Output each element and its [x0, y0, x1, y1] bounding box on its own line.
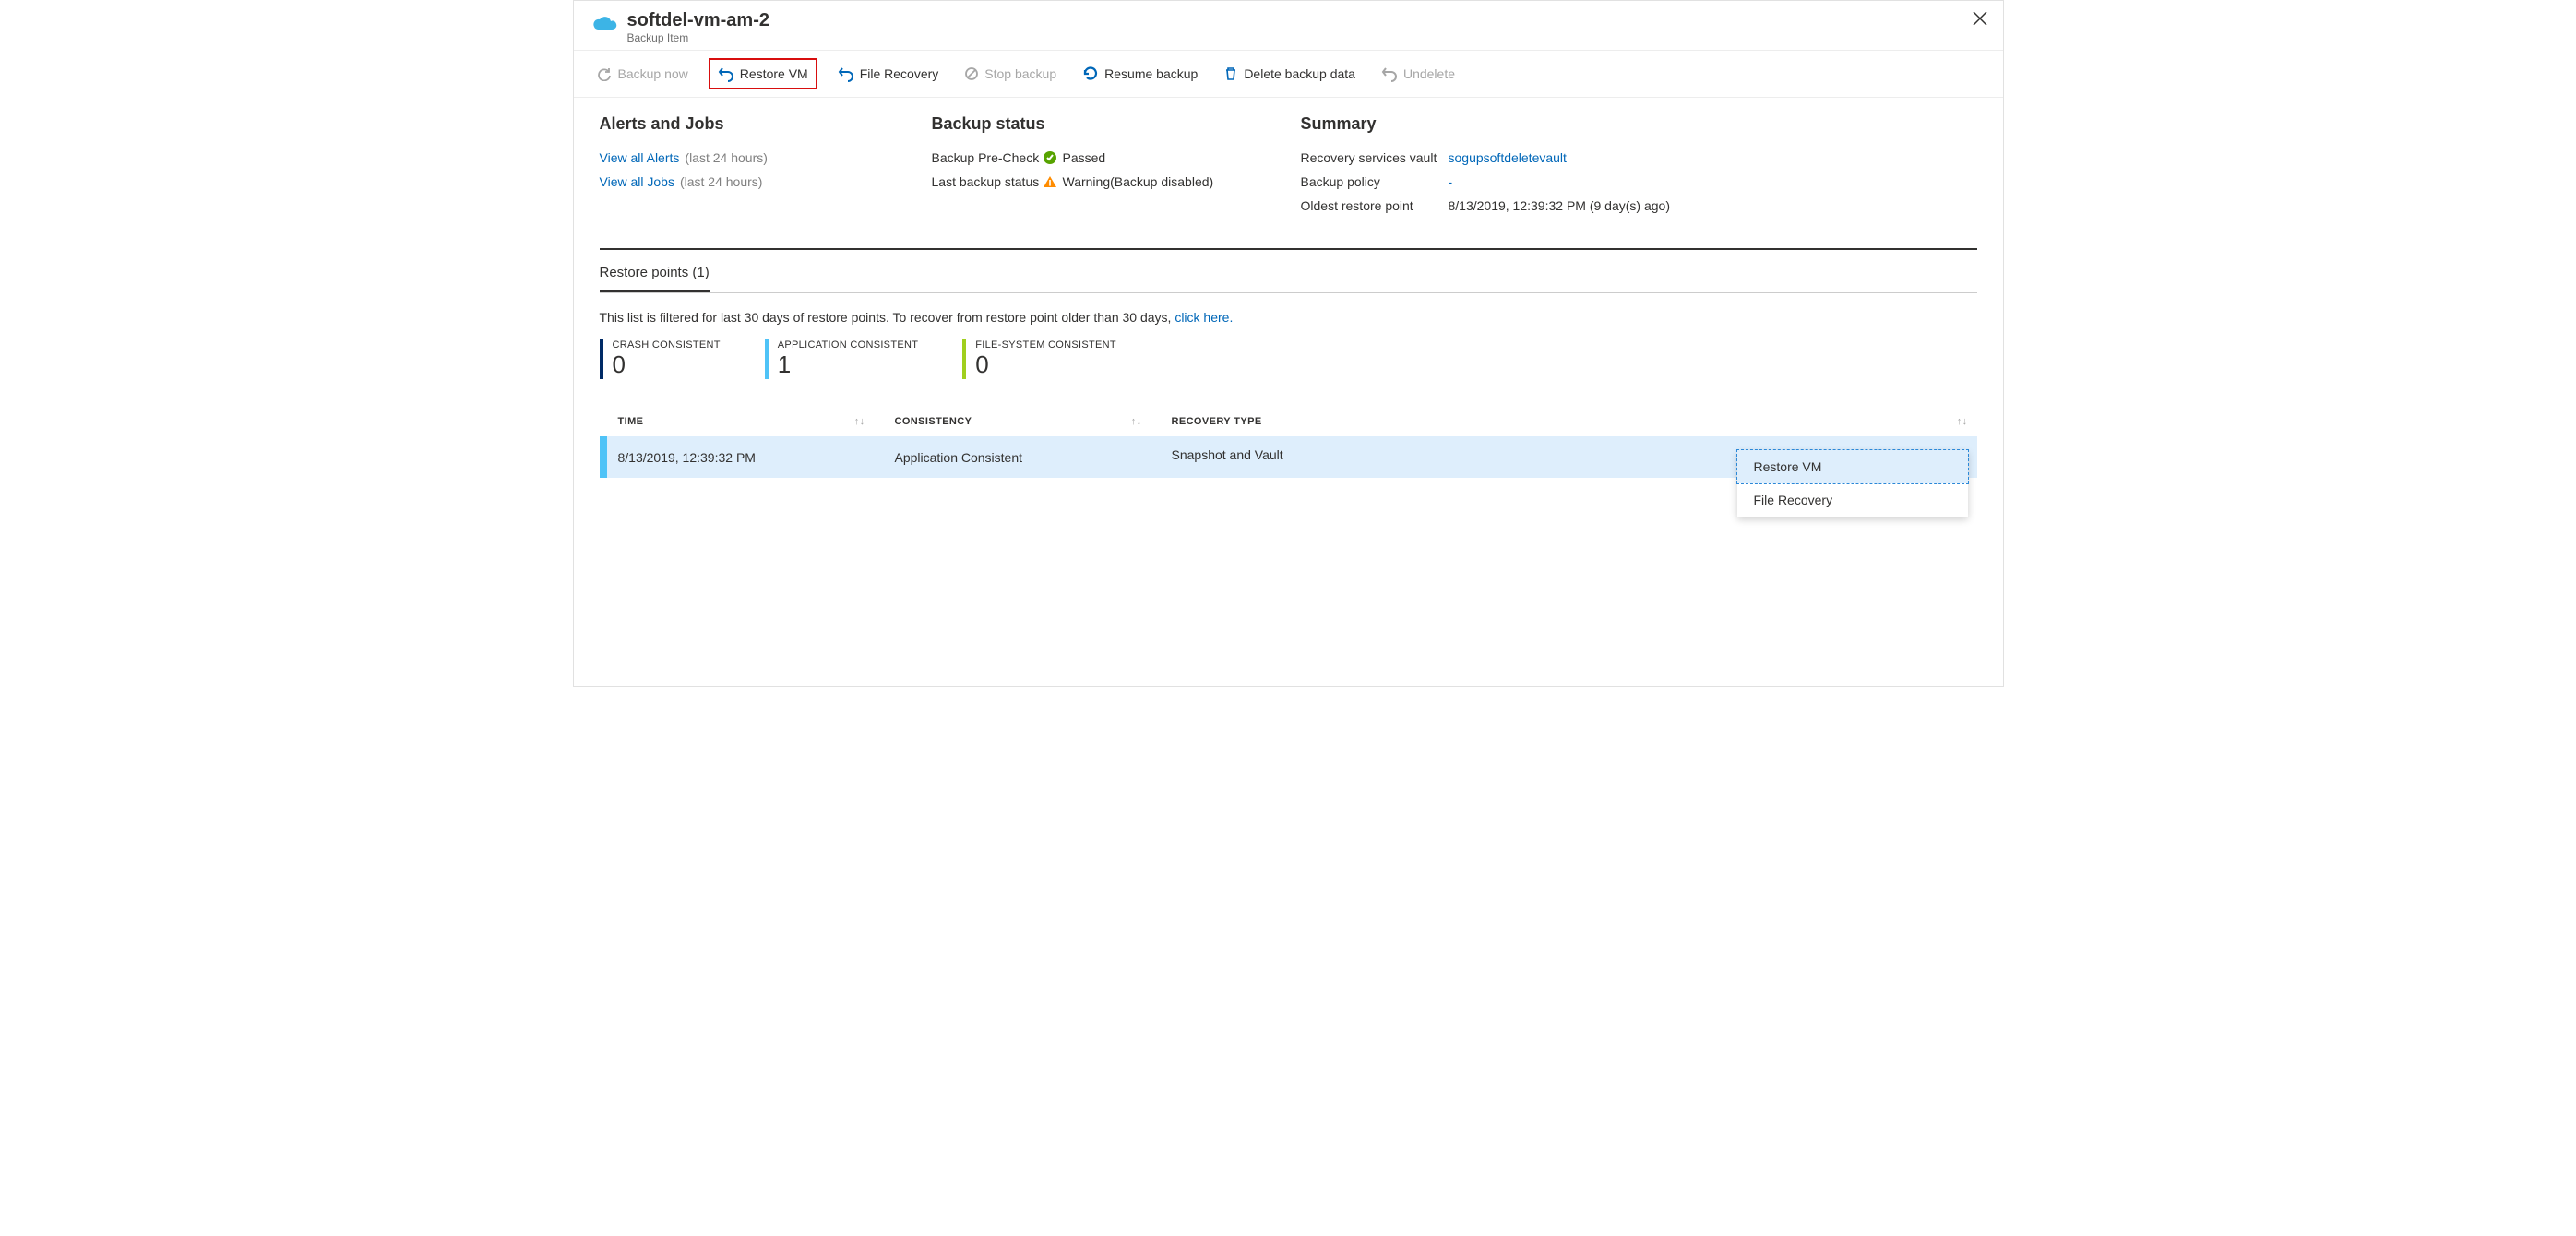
azure-cloud-icon	[590, 12, 618, 39]
cell-time: 8/13/2019, 12:39:32 PM	[607, 436, 884, 478]
blade-title: softdel-vm-am-2	[627, 10, 769, 30]
view-all-alerts-link[interactable]: View all Alerts	[600, 150, 680, 165]
trash-icon	[1223, 66, 1238, 81]
blade-subtitle: Backup Item	[627, 31, 769, 44]
summary-section: Summary Recovery services vault sogupsof…	[1301, 114, 1725, 222]
precheck-label: Backup Pre-Check	[932, 150, 1043, 165]
backup-status-section: Backup status Backup Pre-Check Passed La…	[932, 114, 1246, 222]
section-heading: Alerts and Jobs	[600, 114, 877, 134]
click-here-link[interactable]: click here.	[1175, 310, 1233, 325]
ctx-restore-vm[interactable]: Restore VM	[1737, 450, 1968, 483]
close-icon[interactable]	[1972, 10, 1990, 29]
last-backup-value: Warning(Backup disabled)	[1063, 174, 1214, 189]
success-icon	[1043, 150, 1057, 165]
alerts-suffix: (last 24 hours)	[685, 150, 767, 165]
file-system-consistent-counter: FILE-SYSTEM CONSISTENT 0	[962, 339, 1116, 379]
sort-icon: ↑↓	[854, 416, 865, 427]
col-recovery-type[interactable]: RECOVERY TYPE ↑↓	[1161, 407, 1977, 436]
resume-backup-button[interactable]: Resume backup	[1077, 62, 1203, 86]
tab-restore-points[interactable]: Restore points (1)	[600, 257, 710, 292]
filter-note: This list is filtered for last 30 days o…	[600, 310, 1977, 325]
section-divider	[600, 248, 1977, 250]
col-consistency[interactable]: CONSISTENCY ↑↓	[884, 407, 1161, 436]
sort-icon: ↑↓	[1957, 416, 1968, 427]
section-heading: Backup status	[932, 114, 1246, 134]
stop-backup-button: Stop backup	[959, 63, 1062, 85]
undelete-button: Undelete	[1376, 62, 1461, 86]
blade-header: softdel-vm-am-2 Backup Item	[574, 1, 2003, 51]
col-time[interactable]: TIME ↑↓	[607, 407, 884, 436]
block-icon	[964, 66, 979, 81]
ctx-file-recovery[interactable]: File Recovery	[1737, 483, 1968, 517]
blade-content: Alerts and Jobs View all Alerts (last 24…	[574, 98, 2003, 494]
undo-icon	[838, 65, 854, 82]
row-marker	[600, 436, 607, 478]
view-all-jobs-link[interactable]: View all Jobs	[600, 174, 674, 189]
oldest-restore-value: 8/13/2019, 12:39:32 PM (9 day(s) ago)	[1449, 198, 1670, 213]
alerts-jobs-section: Alerts and Jobs View all Alerts (last 24…	[600, 114, 877, 222]
info-sections: Alerts and Jobs View all Alerts (last 24…	[600, 114, 1977, 222]
restore-vm-button[interactable]: Restore VM	[709, 58, 817, 89]
file-recovery-button[interactable]: File Recovery	[832, 62, 945, 86]
section-heading: Summary	[1301, 114, 1725, 134]
policy-link[interactable]: -	[1449, 174, 1453, 189]
row-context-menu: Restore VM File Recovery	[1737, 450, 1968, 517]
cell-consistency: Application Consistent	[884, 436, 1161, 478]
policy-label: Backup policy	[1301, 174, 1449, 189]
warning-icon	[1043, 174, 1057, 189]
backup-now-button: Backup now	[592, 63, 694, 85]
command-bar: Backup now Restore VM File Recovery Stop…	[574, 51, 2003, 98]
last-backup-label: Last backup status	[932, 174, 1043, 189]
precheck-value: Passed	[1063, 150, 1106, 165]
undo-icon	[1381, 65, 1398, 82]
vault-link[interactable]: sogupsoftdeletevault	[1449, 150, 1567, 165]
consistency-counters: CRASH CONSISTENT 0 APPLICATION CONSISTEN…	[600, 339, 1977, 379]
application-consistent-counter: APPLICATION CONSISTENT 1	[765, 339, 918, 379]
sort-icon: ↑↓	[1131, 416, 1142, 427]
vault-label: Recovery services vault	[1301, 150, 1449, 165]
delete-backup-data-button[interactable]: Delete backup data	[1218, 63, 1361, 85]
undo-icon	[718, 65, 734, 82]
backup-item-blade: softdel-vm-am-2 Backup Item Backup now R…	[573, 0, 2004, 687]
crash-consistent-counter: CRASH CONSISTENT 0	[600, 339, 721, 379]
oldest-restore-label: Oldest restore point	[1301, 198, 1449, 213]
cell-recovery: Snapshot and Vault	[1172, 447, 1283, 462]
refresh-icon	[1082, 65, 1099, 82]
tab-strip: Restore points (1)	[600, 257, 1977, 293]
jobs-suffix: (last 24 hours)	[680, 174, 762, 189]
